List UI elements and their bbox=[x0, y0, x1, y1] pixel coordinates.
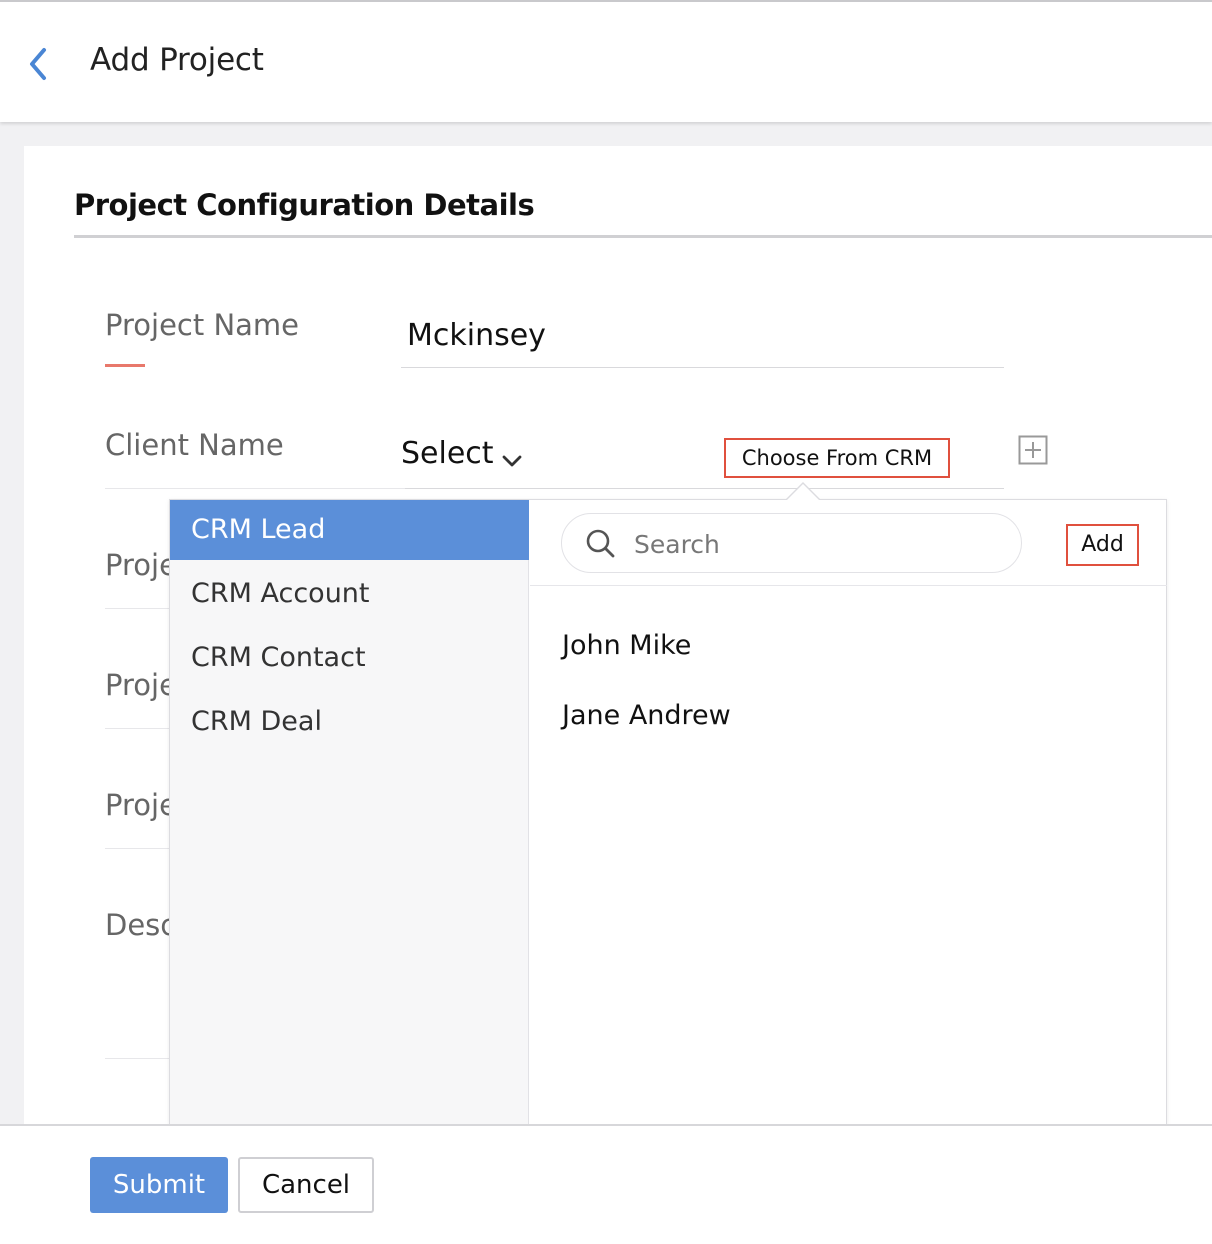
project-field-5-label: Proje bbox=[105, 788, 177, 822]
back-button[interactable] bbox=[24, 46, 54, 82]
project-name-label: Project Name bbox=[105, 308, 299, 342]
crm-category-deal[interactable]: CRM Deal bbox=[170, 692, 529, 752]
form-footer: Submit Cancel bbox=[0, 1124, 1212, 1244]
chevron-left-icon bbox=[30, 48, 46, 80]
project-name-underline bbox=[401, 367, 1004, 368]
plus-square-icon bbox=[1018, 435, 1048, 465]
section-divider bbox=[74, 235, 1212, 238]
crm-category-contact[interactable]: CRM Contact bbox=[170, 628, 529, 688]
crm-category-account[interactable]: CRM Account bbox=[170, 564, 529, 624]
cancel-button[interactable]: Cancel bbox=[238, 1157, 374, 1213]
client-name-row-divider bbox=[105, 488, 405, 489]
client-name-underline bbox=[401, 488, 1004, 489]
search-box bbox=[561, 513, 1022, 573]
project-field-4-label: Proje bbox=[105, 668, 177, 702]
description-label: Desc bbox=[105, 908, 177, 942]
page-title: Add Project bbox=[90, 42, 264, 78]
client-name-label: Client Name bbox=[105, 428, 284, 462]
search-divider bbox=[530, 585, 1167, 586]
page-header: Add Project bbox=[0, 0, 1212, 122]
project-name-input[interactable]: Mckinsey bbox=[407, 318, 546, 353]
choose-from-crm-button[interactable]: Choose From CRM bbox=[724, 438, 950, 478]
client-select-value: Select bbox=[401, 436, 494, 471]
search-input[interactable] bbox=[634, 524, 1004, 564]
project-field-3-label: Proje bbox=[105, 548, 177, 582]
result-item-john-mike[interactable]: John Mike bbox=[562, 630, 691, 661]
project-name-label-accent bbox=[105, 364, 145, 367]
crm-dropdown: CRM Lead CRM Account CRM Contact CRM Dea… bbox=[169, 499, 1167, 1125]
search-icon bbox=[586, 529, 615, 558]
add-project-page: Add Project Project Configuration Detail… bbox=[0, 0, 1212, 1244]
result-item-jane-andrew[interactable]: Jane Andrew bbox=[562, 700, 731, 731]
crm-category-lead[interactable]: CRM Lead bbox=[170, 500, 529, 560]
chevron-down-icon bbox=[502, 455, 522, 467]
dropdown-pointer-fill bbox=[787, 484, 819, 500]
crm-results-panel: Add John Mike Jane Andrew bbox=[530, 500, 1167, 1124]
submit-button[interactable]: Submit bbox=[90, 1157, 228, 1213]
crm-category-list: CRM Lead CRM Account CRM Contact CRM Dea… bbox=[170, 500, 529, 1124]
section-title: Project Configuration Details bbox=[74, 188, 535, 222]
add-button[interactable]: Add bbox=[1066, 524, 1139, 566]
client-select[interactable]: Select bbox=[401, 436, 561, 480]
add-client-button[interactable] bbox=[1018, 435, 1048, 465]
